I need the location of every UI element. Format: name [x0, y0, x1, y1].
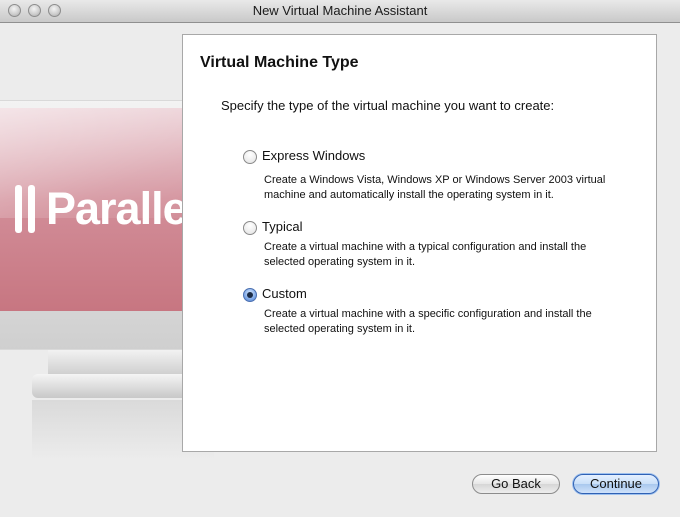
option-label-custom[interactable]: Custom — [262, 286, 307, 301]
monitor-stand-neck — [48, 350, 198, 376]
option-desc-typical: Create a virtual machine with a typical … — [264, 240, 644, 270]
radio-typical[interactable] — [243, 221, 257, 235]
desc-line: Create a virtual machine with a specific… — [264, 308, 592, 320]
desc-line: selected operating system in it. — [264, 323, 416, 335]
option-label-express-windows[interactable]: Express Windows — [262, 148, 365, 163]
desc-line: Create a Windows Vista, Windows XP or Wi… — [264, 174, 606, 186]
option-desc-express-windows: Create a Windows Vista, Windows XP or Wi… — [264, 173, 644, 203]
continue-button[interactable]: Continue — [573, 474, 659, 494]
page-title: Virtual Machine Type — [200, 54, 359, 71]
option-label-typical[interactable]: Typical — [262, 219, 302, 234]
instruction-text: Specify the type of the virtual machine … — [221, 98, 555, 113]
option-desc-custom: Create a virtual machine with a specific… — [264, 307, 644, 337]
desc-line: selected operating system in it. — [264, 256, 416, 268]
radio-selected-dot — [247, 292, 253, 298]
window-title: New Virtual Machine Assistant — [252, 3, 428, 18]
desc-line: machine and automatically install the op… — [264, 189, 554, 201]
radio-express-windows[interactable] — [243, 150, 257, 164]
title-bar: New Virtual Machine Assistant — [0, 0, 680, 23]
radio-custom[interactable] — [243, 288, 257, 302]
assistant-window: New Virtual Machine Assistant Parallels … — [0, 0, 680, 517]
desc-line: Create a virtual machine with a typical … — [264, 241, 587, 253]
go-back-button[interactable]: Go Back — [472, 474, 560, 494]
